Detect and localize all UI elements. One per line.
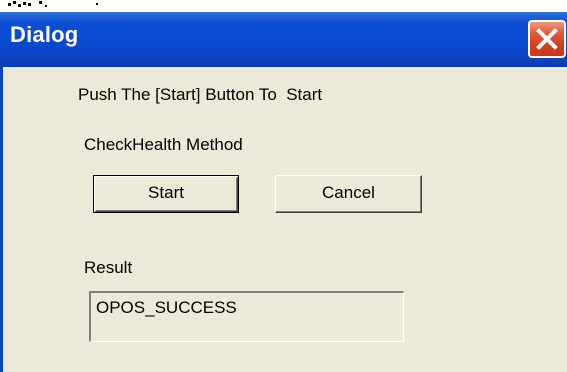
cancel-button[interactable]: Cancel: [275, 175, 422, 213]
window-left-border: [0, 67, 3, 372]
result-label: Result: [84, 258, 133, 277]
window-title: Dialog: [10, 22, 79, 47]
title-bar[interactable]: Dialog: [0, 12, 567, 67]
dialog-window: Dialog Push The [Start] Button To Start …: [0, 0, 567, 372]
close-button[interactable]: [528, 20, 566, 58]
method-label: CheckHealth Method: [84, 135, 243, 154]
start-button[interactable]: Start: [93, 175, 239, 213]
background-dots: [8, 1, 98, 7]
result-field: OPOS_SUCCESS: [89, 291, 404, 342]
instruction-text: Push The [Start] Button To Start: [78, 85, 323, 104]
close-icon: [536, 28, 558, 50]
